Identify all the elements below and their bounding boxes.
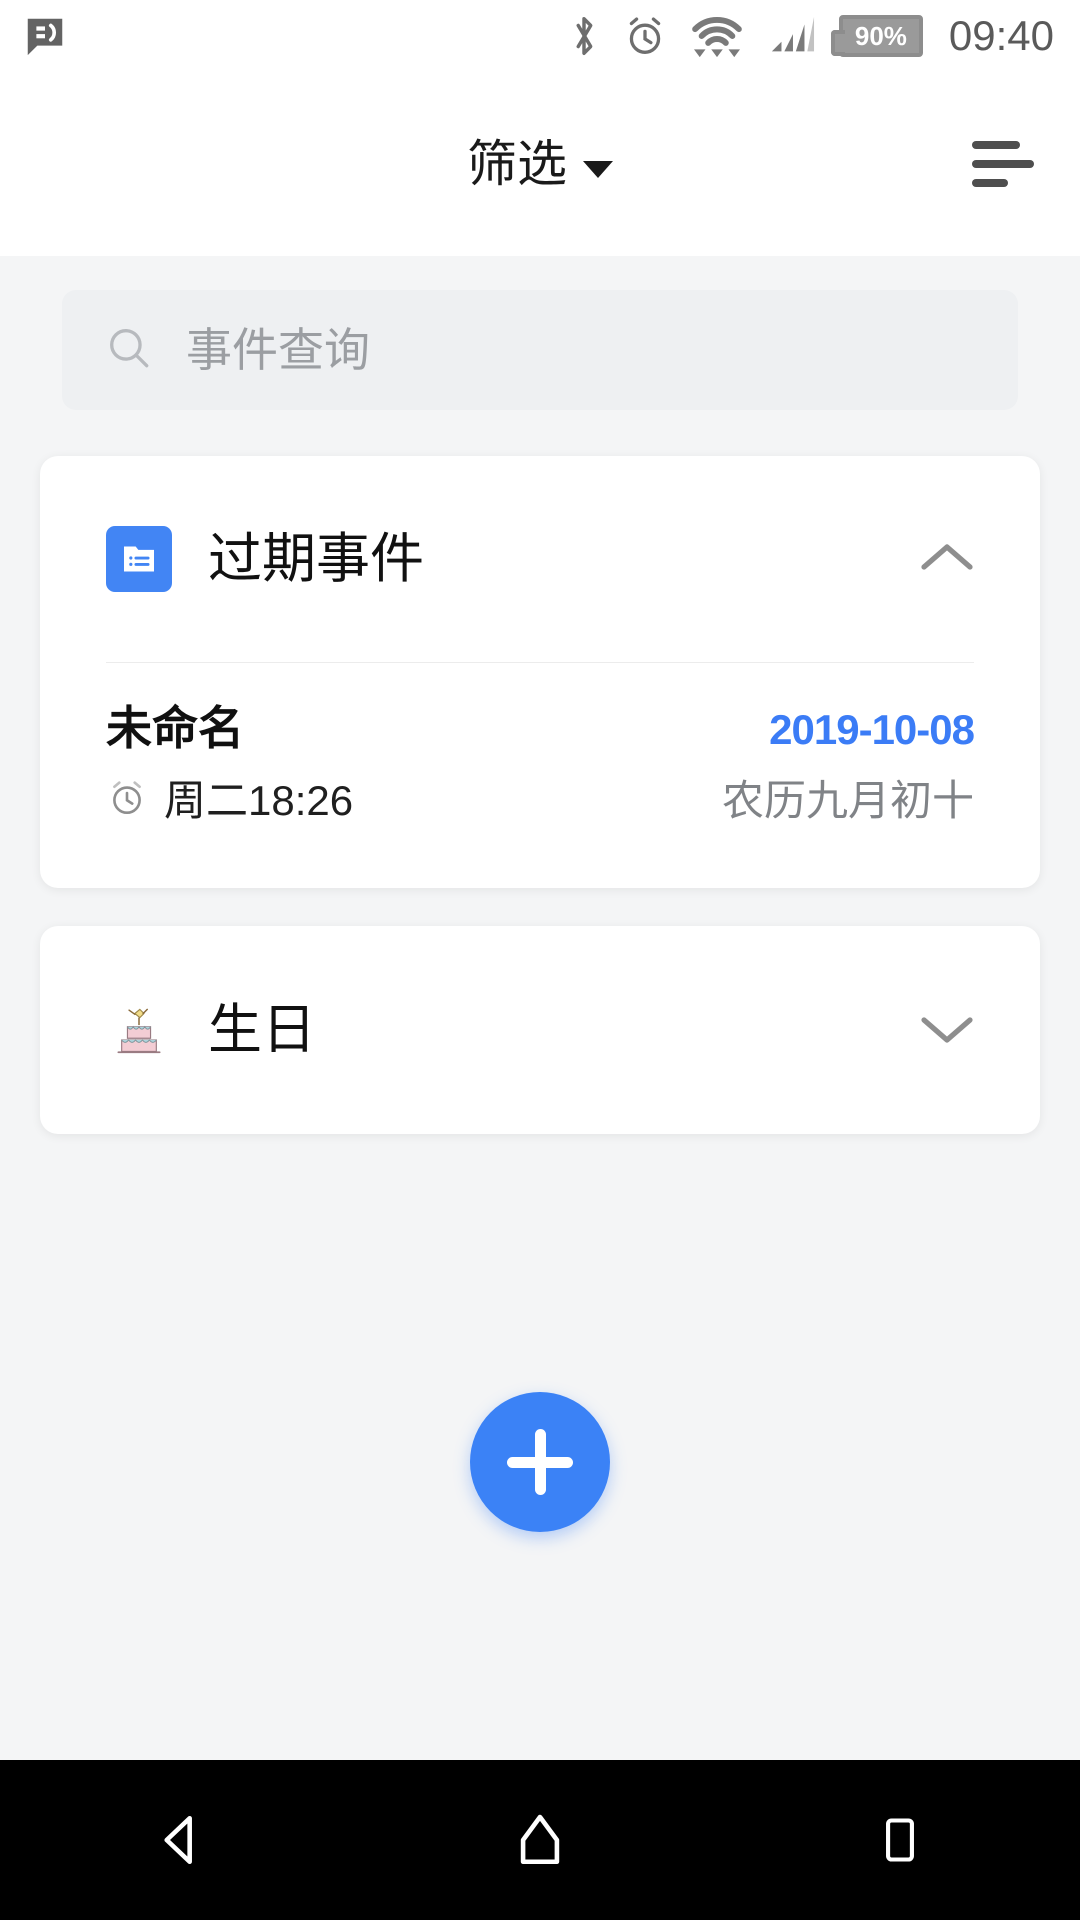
folder-list-icon (106, 526, 172, 592)
content-area: 事件查询 过期事件 (0, 256, 1080, 1760)
status-bar-right: 90% 09:40 (567, 13, 1080, 59)
signal-icon (767, 13, 817, 59)
search-input[interactable]: 事件查询 (62, 290, 1018, 410)
nav-back-button[interactable] (0, 1811, 360, 1869)
status-bar: 90% 09:40 (0, 0, 1080, 72)
alarm-icon (623, 13, 667, 59)
plus-icon-vertical (535, 1429, 546, 1495)
bluetooth-icon (567, 13, 601, 59)
add-event-fab[interactable] (470, 1392, 610, 1532)
status-bar-clock: 09:40 (945, 15, 1054, 57)
status-bar-left (0, 13, 68, 59)
card-birthday: 生日 (40, 926, 1040, 1134)
event-lunar-date: 农历九月初十 (722, 780, 974, 822)
event-list-item[interactable]: 未命名 2019-10-08 周二18:26 (40, 663, 1040, 824)
home-icon (511, 1811, 569, 1869)
battery-level-text: 90% (855, 23, 907, 49)
event-time-group: 周二18:26 (106, 777, 353, 824)
app-header: 筛选 (0, 72, 1080, 256)
nav-recents-button[interactable] (720, 1814, 1080, 1866)
android-nav-bar (0, 1760, 1080, 1920)
card-title-birthday: 生日 (208, 1003, 316, 1057)
event-name: 未命名 (106, 705, 244, 751)
phone-screen: 90% 09:40 筛选 事件查询 (0, 0, 1080, 1920)
battery-indicator: 90% (839, 15, 923, 57)
chevron-down-icon[interactable] (916, 1008, 978, 1053)
card-header-overdue[interactable]: 过期事件 (40, 456, 1040, 662)
filter-dropdown-button[interactable]: 筛选 (0, 72, 1080, 256)
page-title: 筛选 (467, 139, 567, 189)
nav-home-button[interactable] (360, 1811, 720, 1869)
wifi-icon (689, 13, 745, 59)
card-header-birthday[interactable]: 生日 (40, 926, 1040, 1134)
birthday-cake-icon (106, 997, 172, 1063)
event-row-secondary: 周二18:26 农历九月初十 (106, 777, 974, 824)
search-icon (104, 323, 154, 378)
search-placeholder-text: 事件查询 (186, 327, 370, 373)
event-row-primary: 未命名 2019-10-08 (106, 705, 974, 751)
sort-menu-icon[interactable] (962, 121, 1048, 207)
event-time: 周二18:26 (164, 780, 353, 822)
alarm-clock-icon (106, 777, 148, 824)
menu-line-1 (972, 141, 1020, 149)
chevron-down-icon (583, 161, 613, 178)
card-title-overdue: 过期事件 (208, 532, 424, 586)
event-date: 2019-10-08 (769, 709, 974, 751)
recents-square-icon (874, 1814, 926, 1866)
message-bubble-icon (22, 13, 68, 59)
back-triangle-icon (151, 1811, 209, 1869)
chevron-up-icon[interactable] (916, 537, 978, 582)
menu-line-3 (972, 179, 1008, 187)
card-overdue-events: 过期事件 未命名 2019-10-08 (40, 456, 1040, 888)
menu-line-2 (972, 160, 1034, 168)
